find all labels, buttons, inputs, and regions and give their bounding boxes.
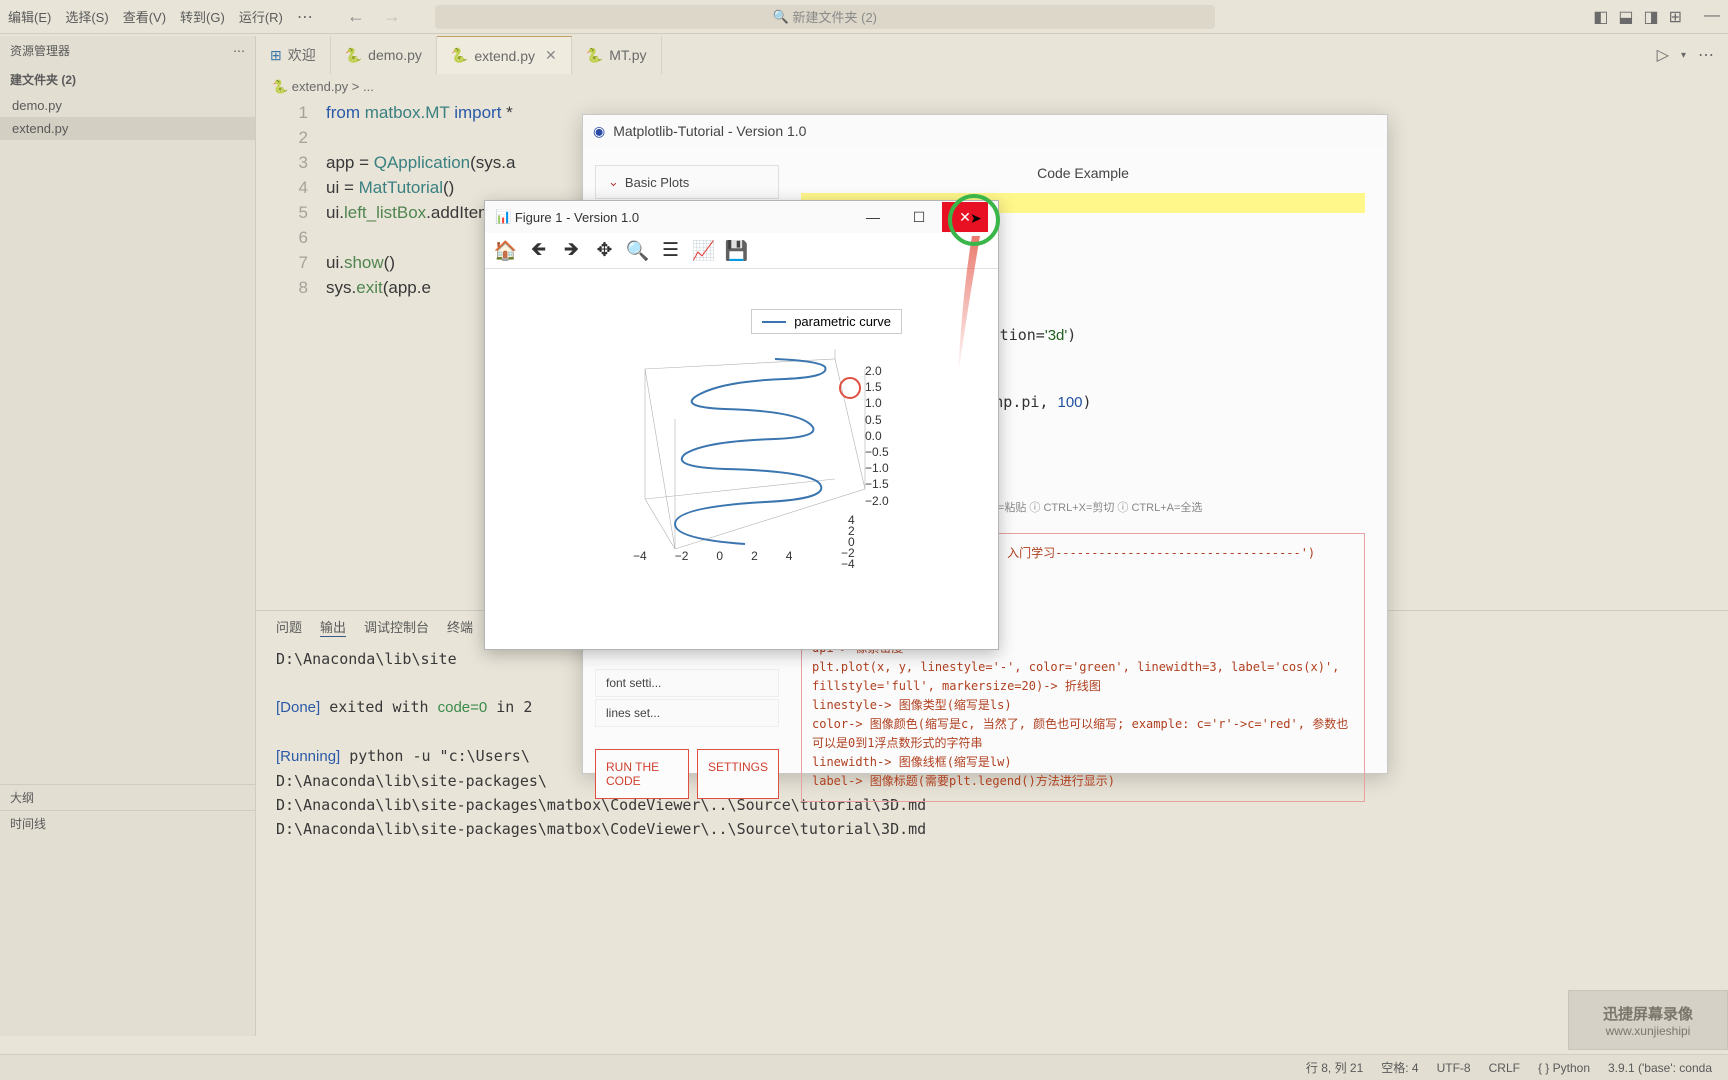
mt-item-lines[interactable]: lines set... [595, 699, 779, 727]
tab-more-icon[interactable]: ⋯ [1698, 45, 1714, 65]
sidebar-more-icon[interactable]: ⋯ [233, 44, 245, 58]
figure-toolbar: 🏠 🡸 🡺 ✥ 🔍 ☰ 📈 💾 [485, 233, 998, 269]
status-encoding[interactable]: UTF-8 [1437, 1061, 1471, 1075]
home-icon[interactable]: 🏠 [491, 236, 520, 265]
status-spaces[interactable]: 空格: 4 [1381, 1059, 1418, 1076]
explorer-sidebar: 资源管理器 ⋯ 建文件夹 (2) demo.py extend.py 大纲 时间… [0, 36, 256, 1036]
settings-button[interactable]: SETTINGS [697, 749, 779, 799]
tab-extend-py[interactable]: 🐍extend.py✕ [437, 36, 572, 74]
status-interpreter[interactable]: 3.9.1 ('base': conda [1608, 1061, 1712, 1075]
helix-path [675, 359, 826, 544]
z-axis-ticks: 2.01.51.00.50.0−0.5−1.0−1.5−2.0 [865, 363, 889, 509]
outline-section[interactable]: 大纲 [0, 784, 255, 810]
click-trail [954, 236, 984, 416]
line-gutter: 12345678 [256, 100, 326, 610]
window-minimize-icon[interactable]: — [1704, 7, 1720, 27]
figure-maximize-icon[interactable]: ☐ [896, 202, 942, 232]
back-icon[interactable]: 🡸 [524, 236, 553, 265]
mt-code-example-title: Code Example [801, 165, 1365, 181]
configure-icon[interactable]: ☰ [656, 236, 685, 265]
editor-tabs: ⊞欢迎 🐍demo.py 🐍extend.py✕ 🐍MT.py ▷ ▾ ⋯ [256, 36, 1728, 74]
run-dropdown-icon[interactable]: ▾ [1681, 50, 1686, 61]
mt-app-icon: ◉ [593, 123, 605, 140]
panel-terminal[interactable]: 终端 [447, 617, 473, 637]
watermark: 迅捷屏幕录像 www.xunjieshipi [1568, 990, 1728, 1050]
nav-forward-icon: → [383, 6, 401, 27]
tab-demo-py[interactable]: 🐍demo.py [331, 36, 437, 74]
run-icon[interactable]: ▷ [1657, 45, 1669, 65]
layout-sidebar-right-icon[interactable]: ◨ [1643, 7, 1658, 27]
mt-item-font[interactable]: font setti... [595, 669, 779, 697]
menu-view[interactable]: 查看(V) [123, 7, 166, 26]
file-extend-py[interactable]: extend.py [0, 117, 255, 140]
mt-section-basic-plots[interactable]: ⌄ Basic Plots [595, 165, 779, 199]
menu-edit[interactable]: 编辑(E) [8, 7, 51, 26]
pan-icon[interactable]: ✥ [590, 236, 619, 265]
x-axis-ticks: −4−2024 [633, 549, 792, 563]
menu-goto[interactable]: 转到(G) [180, 7, 225, 26]
panel-debug[interactable]: 调试控制台 [364, 617, 429, 637]
python-icon: 🐍 [586, 47, 603, 64]
forward-icon[interactable]: 🡺 [557, 236, 586, 265]
cursor-icon: ➤ [970, 210, 982, 227]
timeline-section[interactable]: 时间线 [0, 810, 255, 836]
menu-run[interactable]: 运行(R) [239, 7, 283, 26]
figure-canvas[interactable]: parametric curve 2.01.51.00.50.0−0.5−1.0… [485, 269, 998, 649]
chevron-down-icon: ⌄ [608, 174, 619, 190]
status-eol[interactable]: CRLF [1489, 1061, 1520, 1075]
matplotlib-figure-window: 📊 Figure 1 - Version 1.0 — ☐ ✕ 🏠 🡸 🡺 ✥ 🔍… [484, 200, 999, 650]
command-palette[interactable]: 🔍 新建文件夹 (2) [435, 5, 1215, 29]
status-bar: 行 8, 列 21 空格: 4 UTF-8 CRLF { } Python 3.… [0, 1054, 1728, 1080]
menu-more-icon[interactable]: ⋯ [297, 7, 313, 27]
figure-titlebar[interactable]: 📊 Figure 1 - Version 1.0 — ☐ ✕ [485, 201, 998, 233]
figure-title-text: Figure 1 - Version 1.0 [515, 210, 639, 225]
tab-welcome[interactable]: ⊞欢迎 [256, 36, 331, 74]
tab-close-icon[interactable]: ✕ [545, 47, 557, 64]
python-icon: 🐍 [345, 47, 362, 64]
search-placeholder: 新建文件夹 (2) [793, 7, 878, 26]
figure-legend: parametric curve [751, 309, 902, 334]
tab-mt-py[interactable]: 🐍MT.py [572, 36, 662, 74]
layout-panel-icon[interactable]: ⬓ [1618, 7, 1633, 27]
breadcrumb[interactable]: 🐍 extend.py > ... [256, 74, 1728, 100]
zoom-icon[interactable]: 🔍 [623, 236, 652, 265]
panel-output[interactable]: 输出 [320, 617, 346, 637]
status-language[interactable]: { } Python [1538, 1061, 1590, 1075]
save-icon[interactable]: 💾 [722, 236, 751, 265]
explorer-title: 资源管理器 [10, 42, 70, 59]
mt-title-text: Matplotlib-Tutorial - Version 1.0 [613, 123, 806, 139]
edit-icon[interactable]: 📈 [689, 236, 718, 265]
y-axis-ticks: 420−2−4 [841, 515, 855, 570]
figure-minimize-icon[interactable]: — [850, 202, 896, 232]
panel-problems[interactable]: 问题 [276, 617, 302, 637]
mt-titlebar[interactable]: ◉ Matplotlib-Tutorial - Version 1.0 [583, 115, 1387, 147]
legend-line-icon [762, 321, 786, 323]
sidebar-root[interactable]: 建文件夹 (2) [0, 65, 255, 94]
status-position[interactable]: 行 8, 列 21 [1306, 1059, 1363, 1076]
menu-select[interactable]: 选择(S) [65, 7, 108, 26]
layout-customize-icon[interactable]: ⊞ [1669, 7, 1682, 27]
vscode-icon: ⊞ [270, 47, 282, 64]
layout-sidebar-left-icon[interactable]: ◧ [1593, 7, 1608, 27]
plot-hit-marker [836, 374, 864, 402]
figure-app-icon: 📊 [495, 209, 511, 225]
python-icon: 🐍 [451, 47, 468, 64]
search-icon: 🔍 [773, 9, 789, 25]
file-demo-py[interactable]: demo.py [0, 94, 255, 117]
nav-back-icon[interactable]: ← [347, 6, 365, 27]
run-code-button[interactable]: RUN THE CODE [595, 749, 689, 799]
